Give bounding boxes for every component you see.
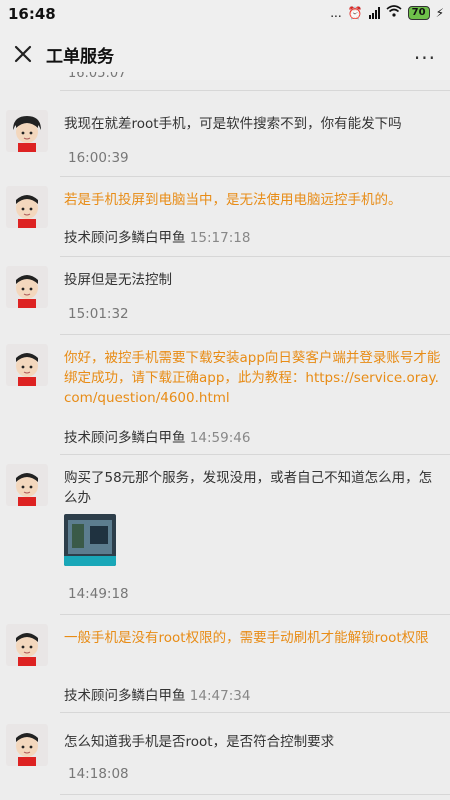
message-meta: 技术顾问多鳞白甲鱼 14:59:46	[64, 426, 250, 446]
message-time: 14:59:46	[189, 430, 251, 446]
divider	[60, 176, 450, 177]
divider	[60, 90, 450, 91]
message-time: 14:18:08	[68, 766, 129, 782]
message-text: 若是手机投屏到电脑当中，是无法使用电脑远控手机的。	[64, 192, 402, 208]
battery-icon: 70	[407, 5, 430, 20]
status-icons: ... ⏰ 70 ⚡	[330, 5, 444, 20]
divider	[60, 614, 450, 615]
avatar	[6, 464, 48, 506]
divider	[60, 256, 450, 257]
divider	[60, 712, 450, 713]
message-meta: 技术顾问多鳞白甲鱼 15:17:18	[64, 226, 250, 246]
page-title: 工单服务	[46, 47, 114, 67]
message-text: 我现在就差root手机，可是软件搜索不到，你有能发下吗	[64, 116, 402, 132]
message-meta: 技术顾问多鳞白甲鱼 14:47:34	[64, 684, 250, 704]
message-text: 购买了58元那个服务，发现没用，或者自己不知道怎么用，怎么办	[64, 470, 433, 506]
attachment-image[interactable]	[64, 514, 116, 566]
more-options-button[interactable]: ...	[414, 40, 436, 64]
message-time: 15:01:32	[68, 306, 129, 322]
message-list[interactable]: 16:05:07 我现在就差root手机，可是软件搜索不到，你有能发下吗 16:…	[0, 72, 450, 800]
message-time: 16:05:07	[68, 72, 127, 81]
avatar	[6, 186, 48, 228]
status-bar: 16:48 ... ⏰ 70 ⚡	[0, 0, 450, 28]
message-text: 怎么知道我手机是否root，是否符合控制要求	[64, 734, 335, 750]
message-time: 14:49:18	[68, 586, 129, 602]
alarm-icon: ⏰	[347, 5, 363, 20]
charging-icon: ⚡	[435, 5, 444, 20]
close-icon	[14, 45, 32, 63]
avatar	[6, 110, 48, 152]
message-text: 一般手机是没有root权限的，需要手动刷机才能解锁root权限	[64, 630, 429, 646]
message-text: 你好，被控手机需要下载安装app向日葵客户端并登录账号才能绑定成功，请下载正确a…	[64, 350, 441, 406]
sender-name: 技术顾问多鳞白甲鱼	[64, 688, 186, 704]
divider	[60, 334, 450, 335]
avatar	[6, 724, 48, 766]
signal-icon	[368, 6, 380, 19]
divider	[60, 794, 450, 795]
wifi-icon	[386, 5, 402, 20]
message-text: 投屏但是无法控制	[64, 272, 172, 288]
message-time: 14:47:34	[189, 688, 251, 704]
status-time: 16:48	[8, 5, 56, 23]
more-notifications-icon: ...	[330, 5, 342, 20]
sender-name: 技术顾问多鳞白甲鱼	[64, 430, 186, 446]
message-time: 15:17:18	[189, 230, 251, 246]
close-button[interactable]	[10, 41, 36, 67]
sender-name: 技术顾问多鳞白甲鱼	[64, 230, 186, 246]
avatar	[6, 624, 48, 666]
avatar	[6, 266, 48, 308]
divider	[60, 454, 450, 455]
message-time: 16:00:39	[68, 150, 129, 166]
avatar	[6, 344, 48, 386]
